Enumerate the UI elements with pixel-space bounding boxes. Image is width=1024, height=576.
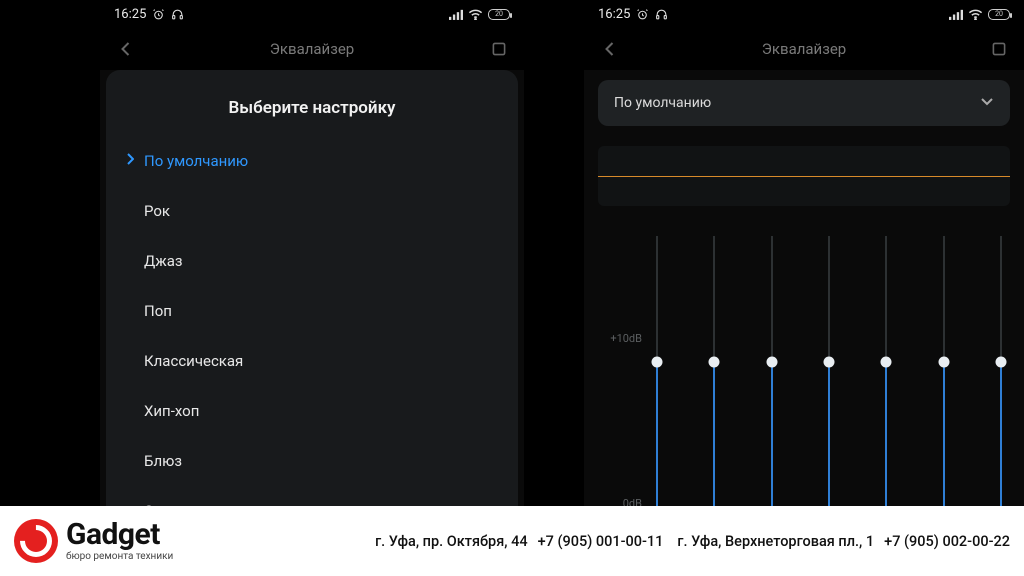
- phone-left: 16:25 20 Эквала: [100, 0, 524, 506]
- eq-slider[interactable]: [771, 236, 773, 506]
- address-2: г. Уфа, Верхнеторговая пл., 1: [677, 533, 874, 550]
- wifi-icon: [968, 9, 983, 20]
- page-title: Эквалайзер: [136, 40, 488, 58]
- preset-item[interactable]: Хип-хоп: [106, 386, 518, 436]
- slider-track-upper: [656, 236, 658, 362]
- preset-label: Рок: [144, 202, 170, 220]
- back-icon[interactable]: [598, 41, 620, 57]
- status-time: 16:25: [114, 7, 146, 22]
- equalizer-area: +10dB 0dB: [598, 236, 1010, 506]
- screenshot-stage: 16:25 20 Эквала: [0, 0, 1024, 506]
- slider-track-upper: [943, 236, 945, 362]
- slider-thumb[interactable]: [823, 357, 834, 368]
- slider-track-lower: [828, 362, 830, 506]
- slider-track-lower: [943, 362, 945, 506]
- eq-label-bottom: 0dB: [623, 497, 642, 506]
- slider-track-upper: [828, 236, 830, 362]
- preset-item[interactable]: По умолчанию: [106, 136, 518, 186]
- slider-track-lower: [656, 362, 658, 506]
- address-1: г. Уфа, пр. Октября, 44: [375, 533, 527, 550]
- signal-icon: [949, 9, 963, 20]
- eq-slider[interactable]: [885, 236, 887, 506]
- slider-track-upper: [713, 236, 715, 362]
- preset-label: Классическая: [144, 352, 243, 370]
- chevron-right-icon: [126, 153, 142, 169]
- eq-label-top: +10dB: [610, 332, 642, 345]
- slider-thumb[interactable]: [766, 357, 777, 368]
- slider-thumb[interactable]: [881, 357, 892, 368]
- brand-logo: Gadget бюро ремонта техники: [14, 519, 173, 563]
- preset-item[interactable]: Электронная: [106, 486, 518, 506]
- battery-icon: 20: [488, 9, 510, 20]
- signal-icon: [449, 9, 463, 20]
- preset-dropdown[interactable]: По умолчанию: [598, 80, 1010, 126]
- spectrum-preview: [598, 146, 1010, 206]
- sheet-title: Выберите настройку: [106, 88, 518, 136]
- slider-thumb[interactable]: [938, 357, 949, 368]
- preset-item[interactable]: Рок: [106, 186, 518, 236]
- preset-item[interactable]: Классическая: [106, 336, 518, 386]
- preset-label: По умолчанию: [144, 152, 248, 170]
- preset-item[interactable]: Джаз: [106, 236, 518, 286]
- slider-track-upper: [885, 236, 887, 362]
- window-icon[interactable]: [488, 41, 510, 57]
- preset-list: По умолчанию Рок Джаз Поп Классическая Хип-хо…: [106, 136, 518, 506]
- slider-thumb[interactable]: [995, 357, 1006, 368]
- page-title: Эквалайзер: [620, 40, 988, 58]
- chevron-down-icon: [980, 95, 994, 111]
- preset-label: Блюз: [144, 452, 182, 470]
- slider-thumb[interactable]: [652, 357, 663, 368]
- slider-thumb[interactable]: [709, 357, 720, 368]
- dropdown-label: По умолчанию: [614, 95, 711, 111]
- eq-slider[interactable]: [828, 236, 830, 506]
- window-icon[interactable]: [988, 41, 1010, 57]
- battery-icon: 20: [988, 9, 1010, 20]
- title-bar: Эквалайзер: [584, 28, 1024, 70]
- eq-slider[interactable]: [943, 236, 945, 506]
- slider-track-lower: [885, 362, 887, 506]
- preset-item[interactable]: Блюз: [106, 436, 518, 486]
- status-bar: 16:25 20: [100, 0, 524, 28]
- alarm-icon: [152, 8, 165, 21]
- eq-sliders: [656, 236, 1002, 506]
- preset-label: Поп: [144, 302, 172, 320]
- preset-label: Джаз: [144, 252, 183, 270]
- footer: Gadget бюро ремонта техники г. Уфа, пр. …: [0, 506, 1024, 576]
- wifi-icon: [468, 9, 483, 20]
- phone-right: 16:25 20 Эквала: [584, 0, 1024, 506]
- phone-2: +7 (905) 002-00-22: [884, 533, 1010, 550]
- slider-track-upper: [771, 236, 773, 362]
- status-time: 16:25: [598, 7, 630, 22]
- back-icon[interactable]: [114, 41, 136, 57]
- brand-tagline: бюро ремонта техники: [66, 552, 173, 562]
- eq-slider[interactable]: [713, 236, 715, 506]
- brand-name: Gadget: [66, 520, 173, 550]
- slider-track-lower: [713, 362, 715, 506]
- alarm-icon: [636, 8, 649, 21]
- slider-track-lower: [1000, 362, 1002, 506]
- preset-sheet: Выберите настройку По умолчаниюРокДжазПо…: [106, 70, 518, 506]
- eq-slider[interactable]: [656, 236, 658, 506]
- status-bar: 16:25 20: [584, 0, 1024, 28]
- addresses: г. Уфа, пр. Октября, 44 +7 (905) 001-00-…: [187, 533, 1010, 550]
- preset-label: Хип-хоп: [144, 402, 199, 420]
- headphones-icon: [171, 8, 184, 21]
- eq-slider[interactable]: [1000, 236, 1002, 506]
- title-bar: Эквалайзер: [100, 28, 524, 70]
- eq-scale-labels: +10dB 0dB: [598, 236, 646, 506]
- logo-mark-icon: [14, 519, 58, 563]
- preset-item[interactable]: Поп: [106, 286, 518, 336]
- slider-track-lower: [771, 362, 773, 506]
- slider-track-upper: [1000, 236, 1002, 362]
- spectrum-line: [598, 176, 1010, 177]
- phone-1: +7 (905) 001-00-11: [538, 533, 664, 550]
- headphones-icon: [655, 8, 668, 21]
